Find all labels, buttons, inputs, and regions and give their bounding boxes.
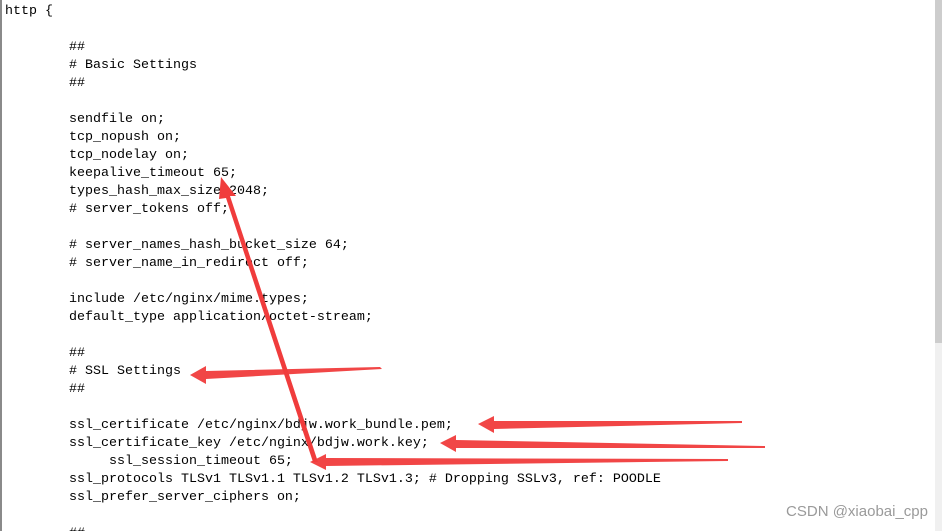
code-line: ## [5,382,85,397]
code-line: ssl_protocols TLSv1 TLSv1.1 TLSv1.2 TLSv… [5,472,661,487]
code-line: ## [5,40,85,55]
code-line: tcp_nopush on; [5,130,181,145]
code-line: default_type application/octet-stream; [5,310,373,325]
code-line: # server_names_hash_bucket_size 64; [5,238,349,253]
code-line: keepalive_timeout 65; [5,166,237,181]
watermark: CSDN @xiaobai_cpp [786,503,928,520]
code-line: ssl_certificate /etc/nginx/bdjw.work_bun… [5,418,453,433]
code-line: include /etc/nginx/mime.types; [5,292,309,307]
code-line: # Basic Settings [5,58,197,73]
code-line: http { [5,4,53,19]
code-line: sendfile on; [5,112,165,127]
code-line: ssl_prefer_server_ciphers on; [5,490,301,505]
code-line: ssl_certificate_key /etc/nginx/bdjw.work… [5,436,429,451]
text-editor[interactable]: http { ## # Basic Settings ## sendfile o… [0,0,935,531]
code-line: # server_tokens off; [5,202,229,217]
code-line: ssl_session_timeout 65; [5,454,293,469]
code-line: ## [5,346,85,361]
scrollbar-thumb[interactable] [935,0,942,343]
vertical-scrollbar[interactable] [935,0,942,531]
code-line: ## [5,525,661,531]
code-line: # SSL Settings [5,364,181,379]
code-line: ## [5,76,85,91]
code-line: tcp_nodelay on; [5,148,189,163]
code-line: # server_name_in_redirect off; [5,256,309,271]
code-line: types_hash_max_size 2048; [5,184,269,199]
code-content: http { ## # Basic Settings ## sendfile o… [5,3,661,531]
